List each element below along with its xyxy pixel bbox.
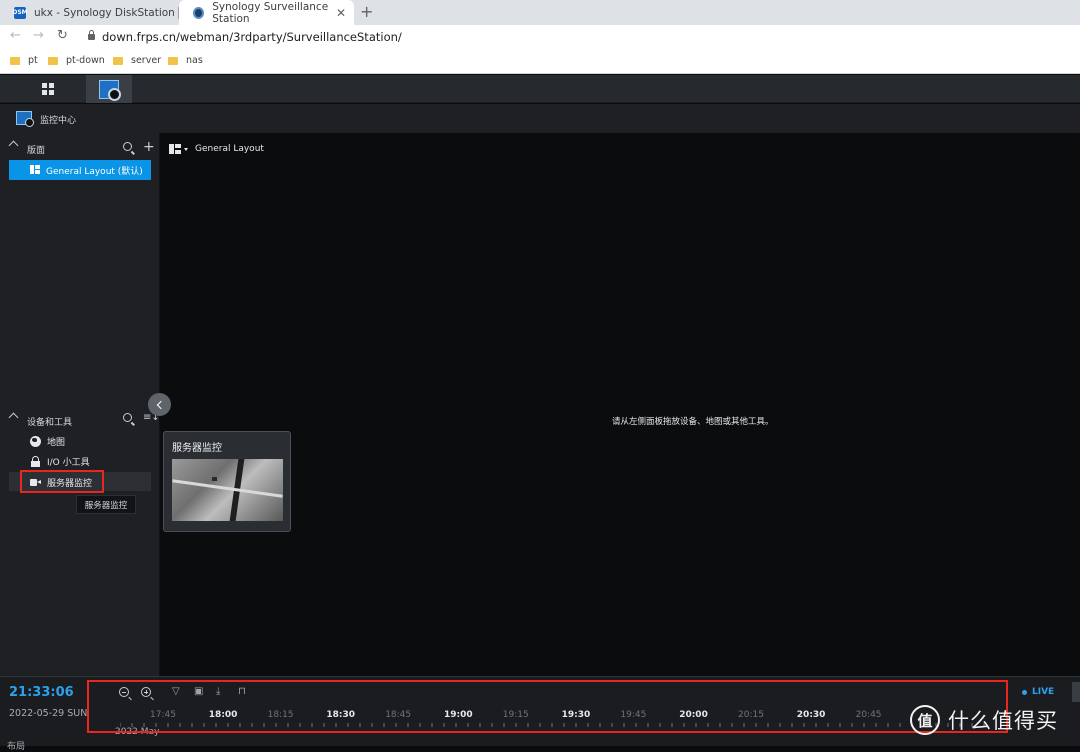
back-arrow-icon[interactable]: ←	[10, 28, 21, 43]
new-tab-button[interactable]: +	[360, 2, 373, 21]
surveillance-favicon-icon	[193, 6, 205, 19]
current-time: 21:33:06	[9, 685, 74, 700]
forward-arrow-icon[interactable]: →	[33, 28, 44, 43]
chevron-up-icon[interactable]	[8, 140, 19, 151]
highlight-box	[87, 680, 1008, 733]
bookmark-pt[interactable]: pt	[10, 55, 38, 66]
collapse-sidebar-button[interactable]	[148, 393, 171, 416]
layout-selector[interactable]: General Layout	[169, 144, 264, 154]
tree-item-label: I/O 小工具	[47, 457, 90, 468]
highlight-box	[20, 470, 104, 493]
bookmark-pt-down[interactable]: pt-down	[48, 55, 105, 66]
tooltip: 服务器监控	[76, 495, 136, 514]
layouts-section-header[interactable]: 版面 +	[0, 136, 160, 160]
bookmark-nas[interactable]: nas	[168, 55, 203, 66]
dsm-favicon-icon: DSM	[12, 6, 28, 19]
tab-diskstation[interactable]: DSM ukx - Synology DiskStation	[0, 0, 178, 25]
bookmarks-bar: pt pt-down server nas	[0, 50, 1080, 74]
surveillance-station-icon	[99, 79, 121, 101]
section-label: 版面	[27, 146, 46, 156]
empty-hint: 请从左侧面板拖放设备、地图或其他工具。	[612, 417, 774, 427]
lock-icon	[88, 30, 95, 40]
globe-icon	[30, 435, 41, 447]
watermark: 值 什么值得买	[910, 702, 1080, 738]
folder-icon	[168, 56, 178, 65]
address-bar[interactable]: down.frps.cn/webman/3rdparty/Surveillanc…	[102, 30, 402, 44]
tab-surveillance-station[interactable]: Synology Surveillance Station ✕	[179, 0, 354, 25]
watermark-logo-icon: 值	[910, 705, 940, 735]
bookmark-label: pt-down	[66, 55, 105, 66]
search-icon[interactable]	[123, 413, 132, 422]
bookmark-label: pt	[28, 55, 38, 66]
current-date: 2022-05-29 SUN	[9, 708, 88, 719]
layout-item-general[interactable]: General Layout (默认)	[9, 160, 151, 180]
reload-icon[interactable]: ↻	[57, 28, 68, 43]
timeline-edge-handle[interactable]	[1072, 682, 1080, 702]
chevron-up-icon[interactable]	[8, 412, 19, 423]
tree-item-label: 地图	[47, 437, 66, 448]
app-title: 监控中心	[40, 116, 77, 126]
monitor-center-icon	[16, 111, 34, 127]
tab-label: ukx - Synology DiskStation	[34, 6, 175, 19]
layout-icon	[30, 165, 40, 174]
browser-tab-strip: DSM ukx - Synology DiskStation Synology …	[0, 0, 1080, 25]
layout-icon	[169, 144, 181, 154]
live-dot-icon	[1022, 689, 1027, 695]
add-icon[interactable]: +	[143, 140, 155, 154]
live-view-area[interactable]: General Layout 请从左侧面板拖放设备、地图或其他工具。	[161, 133, 1080, 676]
card-title: 服务器监控	[172, 443, 222, 454]
bookmark-server[interactable]: server	[113, 55, 161, 66]
browser-toolbar: ← → ↻ down.frps.cn/webman/3rdparty/Surve…	[0, 25, 1080, 50]
tree-item-map[interactable]: 地图	[30, 433, 65, 449]
close-tab-icon[interactable]: ✕	[336, 6, 346, 20]
dragged-camera-card[interactable]: 服务器监控	[163, 431, 291, 532]
main-menu-button[interactable]	[15, 75, 80, 103]
folder-icon	[48, 56, 58, 65]
live-label: LIVE	[1032, 687, 1055, 697]
search-icon[interactable]	[123, 142, 132, 151]
devices-section-header[interactable]: 设备和工具 ≡↓	[0, 408, 160, 432]
tab-label: Synology Surveillance Station	[212, 0, 329, 25]
grid-icon	[41, 83, 54, 95]
bookmark-label: server	[131, 55, 162, 66]
sidebar: 版面 + General Layout (默认) 设备和工具 ≡↓ 地图 I/O…	[0, 133, 160, 676]
chevron-left-icon	[156, 400, 166, 409]
watermark-text: 什么值得买	[948, 709, 1058, 733]
section-label: 设备和工具	[27, 418, 73, 428]
folder-icon	[10, 56, 20, 65]
folder-icon	[113, 56, 123, 65]
caret-down-icon	[184, 147, 188, 151]
camera-thumbnail	[172, 459, 283, 521]
layout-selector-label: General Layout	[195, 144, 264, 154]
io-module-icon	[30, 455, 41, 467]
layout-item-label: General Layout (默认)	[46, 167, 143, 177]
tree-item-io-module[interactable]: I/O 小工具	[30, 453, 90, 469]
surveillance-app-button[interactable]	[86, 75, 132, 103]
bookmark-label: nas	[186, 55, 203, 66]
app-title-bar: 监控中心	[0, 104, 1080, 133]
dsm-taskbar	[0, 75, 1080, 103]
live-button[interactable]: LIVE	[1022, 687, 1054, 697]
